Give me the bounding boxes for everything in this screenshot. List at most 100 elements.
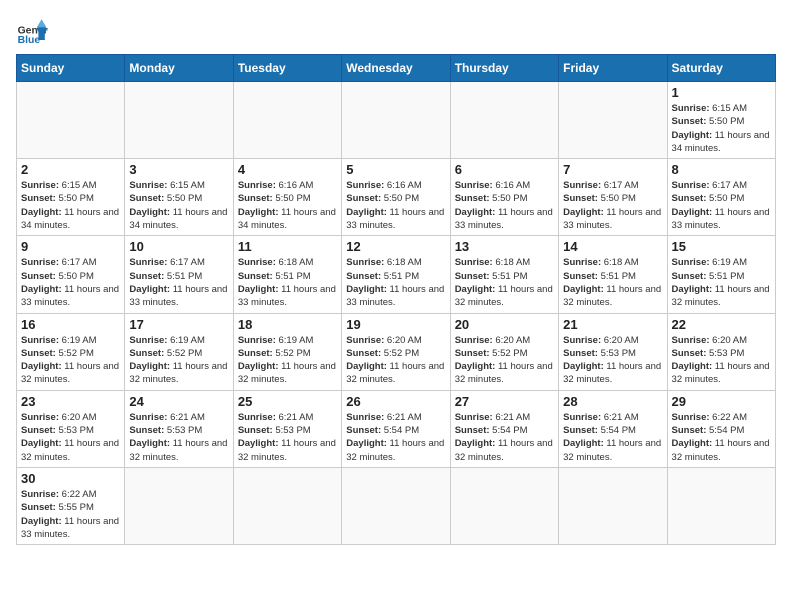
day-cell: 10 Sunrise: 6:17 AMSunset: 5:51 PMDayligh… xyxy=(125,236,233,313)
cell-info: Sunrise: 6:19 AMSunset: 5:52 PMDaylight:… xyxy=(238,334,337,387)
day-cell: 22 Sunrise: 6:20 AMSunset: 5:53 PMDayligh… xyxy=(667,313,775,390)
logo-icon: General Blue xyxy=(16,16,48,48)
day-cell: 13 Sunrise: 6:18 AMSunset: 5:51 PMDayligh… xyxy=(450,236,558,313)
page-header: General Blue xyxy=(16,16,776,48)
logo: General Blue xyxy=(16,16,48,48)
day-cell: 6Sunrise: 6:16 AMSunset: 5:50 PMDaylight… xyxy=(450,159,558,236)
day-cell: 20 Sunrise: 6:20 AMSunset: 5:52 PMDayligh… xyxy=(450,313,558,390)
day-cell: 29 Sunrise: 6:22 AMSunset: 5:54 PMDayligh… xyxy=(667,390,775,467)
cell-info: Sunrise: 6:15 AMSunset: 5:50 PMDaylight:… xyxy=(672,102,771,155)
cell-info: Sunrise: 6:22 AMSunset: 5:55 PMDaylight:… xyxy=(21,488,120,541)
day-cell xyxy=(667,467,775,544)
cell-info: Sunrise: 6:22 AMSunset: 5:54 PMDaylight:… xyxy=(672,411,771,464)
cell-info: Sunrise: 6:20 AMSunset: 5:52 PMDaylight:… xyxy=(455,334,554,387)
cell-info: Sunrise: 6:17 AMSunset: 5:50 PMDaylight:… xyxy=(21,256,120,309)
day-cell xyxy=(450,82,558,159)
day-cell xyxy=(559,82,667,159)
day-number: 9 xyxy=(21,239,120,254)
day-cell: 24 Sunrise: 6:21 AMSunset: 5:53 PMDayligh… xyxy=(125,390,233,467)
week-row-3: 9 Sunrise: 6:17 AMSunset: 5:50 PMDaylight… xyxy=(17,236,776,313)
cell-info: Sunrise: 6:18 AMSunset: 5:51 PMDaylight:… xyxy=(238,256,337,309)
day-number: 15 xyxy=(672,239,771,254)
day-number: 12 xyxy=(346,239,445,254)
column-header-monday: Monday xyxy=(125,55,233,82)
day-number: 4 xyxy=(238,162,337,177)
day-number: 27 xyxy=(455,394,554,409)
day-cell xyxy=(559,467,667,544)
cell-info: Sunrise: 6:19 AMSunset: 5:52 PMDaylight:… xyxy=(129,334,228,387)
day-number: 1 xyxy=(672,85,771,100)
cell-info: Sunrise: 6:18 AMSunset: 5:51 PMDaylight:… xyxy=(346,256,445,309)
day-number: 29 xyxy=(672,394,771,409)
day-cell xyxy=(233,467,341,544)
day-number: 7 xyxy=(563,162,662,177)
column-header-saturday: Saturday xyxy=(667,55,775,82)
day-cell: 4Sunrise: 6:16 AMSunset: 5:50 PMDaylight… xyxy=(233,159,341,236)
week-row-1: 1 Sunrise: 6:15 AMSunset: 5:50 PMDaylight… xyxy=(17,82,776,159)
day-cell xyxy=(342,467,450,544)
day-number: 16 xyxy=(21,317,120,332)
day-header-row: SundayMondayTuesdayWednesdayThursdayFrid… xyxy=(17,55,776,82)
cell-info: Sunrise: 6:21 AMSunset: 5:54 PMDaylight:… xyxy=(346,411,445,464)
day-cell: 17Sunrise: 6:19 AMSunset: 5:52 PMDayligh… xyxy=(125,313,233,390)
day-number: 23 xyxy=(21,394,120,409)
day-number: 28 xyxy=(563,394,662,409)
day-cell xyxy=(125,82,233,159)
day-cell: 7Sunrise: 6:17 AMSunset: 5:50 PMDaylight… xyxy=(559,159,667,236)
day-number: 19 xyxy=(346,317,445,332)
cell-info: Sunrise: 6:21 AMSunset: 5:54 PMDaylight:… xyxy=(455,411,554,464)
cell-info: Sunrise: 6:20 AMSunset: 5:53 PMDaylight:… xyxy=(672,334,771,387)
column-header-wednesday: Wednesday xyxy=(342,55,450,82)
day-number: 10 xyxy=(129,239,228,254)
day-cell: 19 Sunrise: 6:20 AMSunset: 5:52 PMDayligh… xyxy=(342,313,450,390)
column-header-thursday: Thursday xyxy=(450,55,558,82)
cell-info: Sunrise: 6:15 AMSunset: 5:50 PMDaylight:… xyxy=(21,179,120,232)
day-number: 22 xyxy=(672,317,771,332)
day-cell xyxy=(17,82,125,159)
day-number: 30 xyxy=(21,471,120,486)
cell-info: Sunrise: 6:19 AMSunset: 5:52 PMDaylight:… xyxy=(21,334,120,387)
day-number: 20 xyxy=(455,317,554,332)
day-cell: 27 Sunrise: 6:21 AMSunset: 5:54 PMDayligh… xyxy=(450,390,558,467)
day-number: 3 xyxy=(129,162,228,177)
column-header-sunday: Sunday xyxy=(17,55,125,82)
cell-info: Sunrise: 6:21 AMSunset: 5:53 PMDaylight:… xyxy=(129,411,228,464)
day-number: 6 xyxy=(455,162,554,177)
day-cell: 26 Sunrise: 6:21 AMSunset: 5:54 PMDayligh… xyxy=(342,390,450,467)
day-number: 8 xyxy=(672,162,771,177)
day-cell: 23 Sunrise: 6:20 AMSunset: 5:53 PMDayligh… xyxy=(17,390,125,467)
day-cell: 2 Sunrise: 6:15 AMSunset: 5:50 PMDaylight… xyxy=(17,159,125,236)
day-cell: 1 Sunrise: 6:15 AMSunset: 5:50 PMDaylight… xyxy=(667,82,775,159)
day-number: 13 xyxy=(455,239,554,254)
day-cell xyxy=(125,467,233,544)
calendar-table: SundayMondayTuesdayWednesdayThursdayFrid… xyxy=(16,54,776,545)
cell-info: Sunrise: 6:20 AMSunset: 5:52 PMDaylight:… xyxy=(346,334,445,387)
day-cell: 28Sunrise: 6:21 AMSunset: 5:54 PMDayligh… xyxy=(559,390,667,467)
cell-info: Sunrise: 6:17 AMSunset: 5:51 PMDaylight:… xyxy=(129,256,228,309)
day-number: 26 xyxy=(346,394,445,409)
day-cell: 21 Sunrise: 6:20 AMSunset: 5:53 PMDayligh… xyxy=(559,313,667,390)
day-number: 14 xyxy=(563,239,662,254)
cell-info: Sunrise: 6:18 AMSunset: 5:51 PMDaylight:… xyxy=(455,256,554,309)
cell-info: Sunrise: 6:20 AMSunset: 5:53 PMDaylight:… xyxy=(563,334,662,387)
day-cell: 18Sunrise: 6:19 AMSunset: 5:52 PMDayligh… xyxy=(233,313,341,390)
day-number: 25 xyxy=(238,394,337,409)
day-cell: 5Sunrise: 6:16 AMSunset: 5:50 PMDaylight… xyxy=(342,159,450,236)
day-number: 21 xyxy=(563,317,662,332)
week-row-4: 16 Sunrise: 6:19 AMSunset: 5:52 PMDayligh… xyxy=(17,313,776,390)
svg-text:Blue: Blue xyxy=(18,35,41,46)
cell-info: Sunrise: 6:19 AMSunset: 5:51 PMDaylight:… xyxy=(672,256,771,309)
week-row-5: 23 Sunrise: 6:20 AMSunset: 5:53 PMDayligh… xyxy=(17,390,776,467)
cell-info: Sunrise: 6:21 AMSunset: 5:53 PMDaylight:… xyxy=(238,411,337,464)
day-cell: 16 Sunrise: 6:19 AMSunset: 5:52 PMDayligh… xyxy=(17,313,125,390)
day-number: 24 xyxy=(129,394,228,409)
day-cell xyxy=(233,82,341,159)
cell-info: Sunrise: 6:20 AMSunset: 5:53 PMDaylight:… xyxy=(21,411,120,464)
day-cell xyxy=(342,82,450,159)
day-cell: 15 Sunrise: 6:19 AMSunset: 5:51 PMDayligh… xyxy=(667,236,775,313)
day-cell: 12 Sunrise: 6:18 AMSunset: 5:51 PMDayligh… xyxy=(342,236,450,313)
day-number: 2 xyxy=(21,162,120,177)
column-header-tuesday: Tuesday xyxy=(233,55,341,82)
day-cell xyxy=(450,467,558,544)
day-cell: 30 Sunrise: 6:22 AMSunset: 5:55 PMDayligh… xyxy=(17,467,125,544)
